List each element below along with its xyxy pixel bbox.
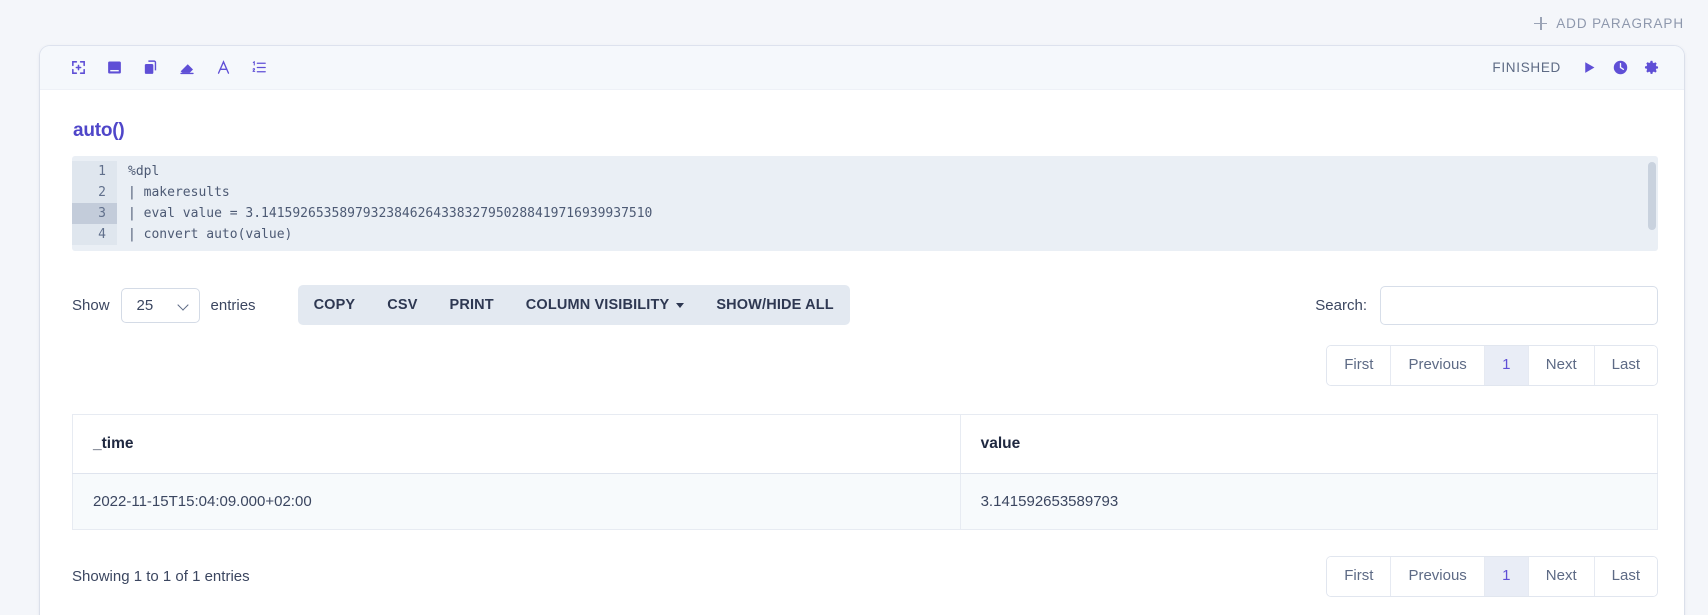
code-line[interactable]: 4 | convert auto(value) [72,224,1658,245]
line-text: | makeresults [128,185,230,200]
entries-label: entries [210,296,256,314]
line-number: 2 [72,182,117,203]
table-header-row: _time value [72,414,1658,474]
search-label: Search: [1315,296,1367,314]
plus-icon [1534,16,1548,30]
pagination-next[interactable]: Next [1528,346,1595,385]
entries-length-control: Show 10 25 50 100 entries [72,287,256,323]
add-paragraph-label: ADD PARAGRAPH [1556,15,1684,31]
column-visibility-label: COLUMN VISIBILITY [525,297,670,313]
pagination-next[interactable]: Next [1528,556,1595,596]
cell-value: 3.141592653589793 [960,473,1658,530]
column-header-value[interactable]: value [960,414,1658,474]
datatable-footer: Showing 1 to 1 of 1 entries First Previo… [72,555,1658,615]
line-text: | convert auto(value) [128,227,293,242]
print-button[interactable]: PRINT [434,285,510,325]
page-title: auto() [73,120,125,141]
pagination-top-row: First Previous 1 Next Last [72,345,1658,386]
line-text: %dpl [128,164,160,179]
column-header-time[interactable]: _time [72,414,961,474]
code-editor[interactable]: 1 %dpl 2 | makeresults 3 | eval value = … [72,156,1658,251]
code-line[interactable]: 2 | makeresults [72,182,1658,203]
notebook-topbar: ADD PARAGRAPH [0,0,1708,46]
editor-scrollbar[interactable] [1648,162,1656,230]
search-input[interactable] [1380,285,1658,325]
results-table: _time value 2022-11-15T15:04:09.000+02:0… [72,413,1658,530]
copy-button[interactable]: COPY [298,285,372,325]
print-button-label: PRINT [449,297,494,313]
entries-select[interactable]: 10 25 50 100 [120,287,200,323]
collapse-icon[interactable] [70,59,87,76]
show-hide-all-button[interactable]: SHOW/HIDE ALL [700,285,849,325]
line-number: 3 [72,203,117,224]
datatable-export-buttons: COPY CSV PRINT COLUMN VISIBILITY SHOW/HI… [297,285,850,325]
table-row: 2022-11-15T15:04:09.000+02:00 3.14159265… [72,473,1658,530]
add-paragraph-button[interactable]: ADD PARAGRAPH [1534,16,1684,31]
pagination-last[interactable]: Last [1594,556,1657,596]
copy-icon[interactable] [142,59,159,76]
font-icon[interactable] [215,59,232,76]
clock-icon[interactable] [1612,59,1629,76]
code-line[interactable]: 1 %dpl [72,161,1658,182]
column-visibility-button[interactable]: COLUMN VISIBILITY [510,285,701,325]
paragraph-body: auto() 1 %dpl 2 | makeresults 3 | eval v… [40,90,1684,615]
line-number: 4 [72,224,117,245]
pagination-page-1[interactable]: 1 [1484,556,1529,596]
pagination-previous[interactable]: Previous [1391,346,1485,385]
entries-select-wrap: 10 25 50 100 [120,287,200,323]
pagination-top: First Previous 1 Next Last [1326,345,1658,386]
csv-button-label: CSV [387,297,418,313]
line-text: | eval value = 3.14159265358979323846264… [128,206,653,221]
gear-icon[interactable] [1643,59,1660,76]
paragraph-card: FINISHED auto() 1 %dpl 2 | makeresults 3… [40,46,1684,615]
pagination-bottom-row: First Previous 1 Next Last [1326,555,1658,597]
play-icon[interactable] [1581,59,1598,76]
cell-time: 2022-11-15T15:04:09.000+02:00 [72,473,961,530]
pagination-last[interactable]: Last [1594,346,1657,385]
line-number: 1 [72,161,117,182]
entries-info: Showing 1 to 1 of 1 entries [72,567,250,585]
datatable-search: Search: [1315,285,1658,325]
status-badge: FINISHED [1492,60,1561,75]
datatable-controls: Show 10 25 50 100 entries COPY [72,285,1658,325]
copy-button-label: COPY [313,297,356,313]
show-label: Show [72,296,110,314]
pagination-previous[interactable]: Previous [1391,556,1485,596]
pagination-first[interactable]: First [1327,346,1392,385]
pagination-bottom: First Previous 1 Next Last [1326,555,1658,597]
paragraph-toolbar: FINISHED [40,46,1684,90]
show-hide-all-label: SHOW/HIDE ALL [716,297,834,313]
code-line-active[interactable]: 3 | eval value = 3.141592653589793238462… [72,203,1658,224]
caret-down-icon [676,302,685,308]
paragraph-tool-icons [70,59,268,77]
book-icon[interactable] [106,59,123,76]
pagination-first[interactable]: First [1327,556,1392,596]
pagination-page-1[interactable]: 1 [1484,346,1529,385]
eraser-icon[interactable] [178,59,196,77]
line-numbers-icon[interactable] [251,59,268,76]
csv-button[interactable]: CSV [371,285,433,325]
paragraph-status-group: FINISHED [1492,59,1660,76]
